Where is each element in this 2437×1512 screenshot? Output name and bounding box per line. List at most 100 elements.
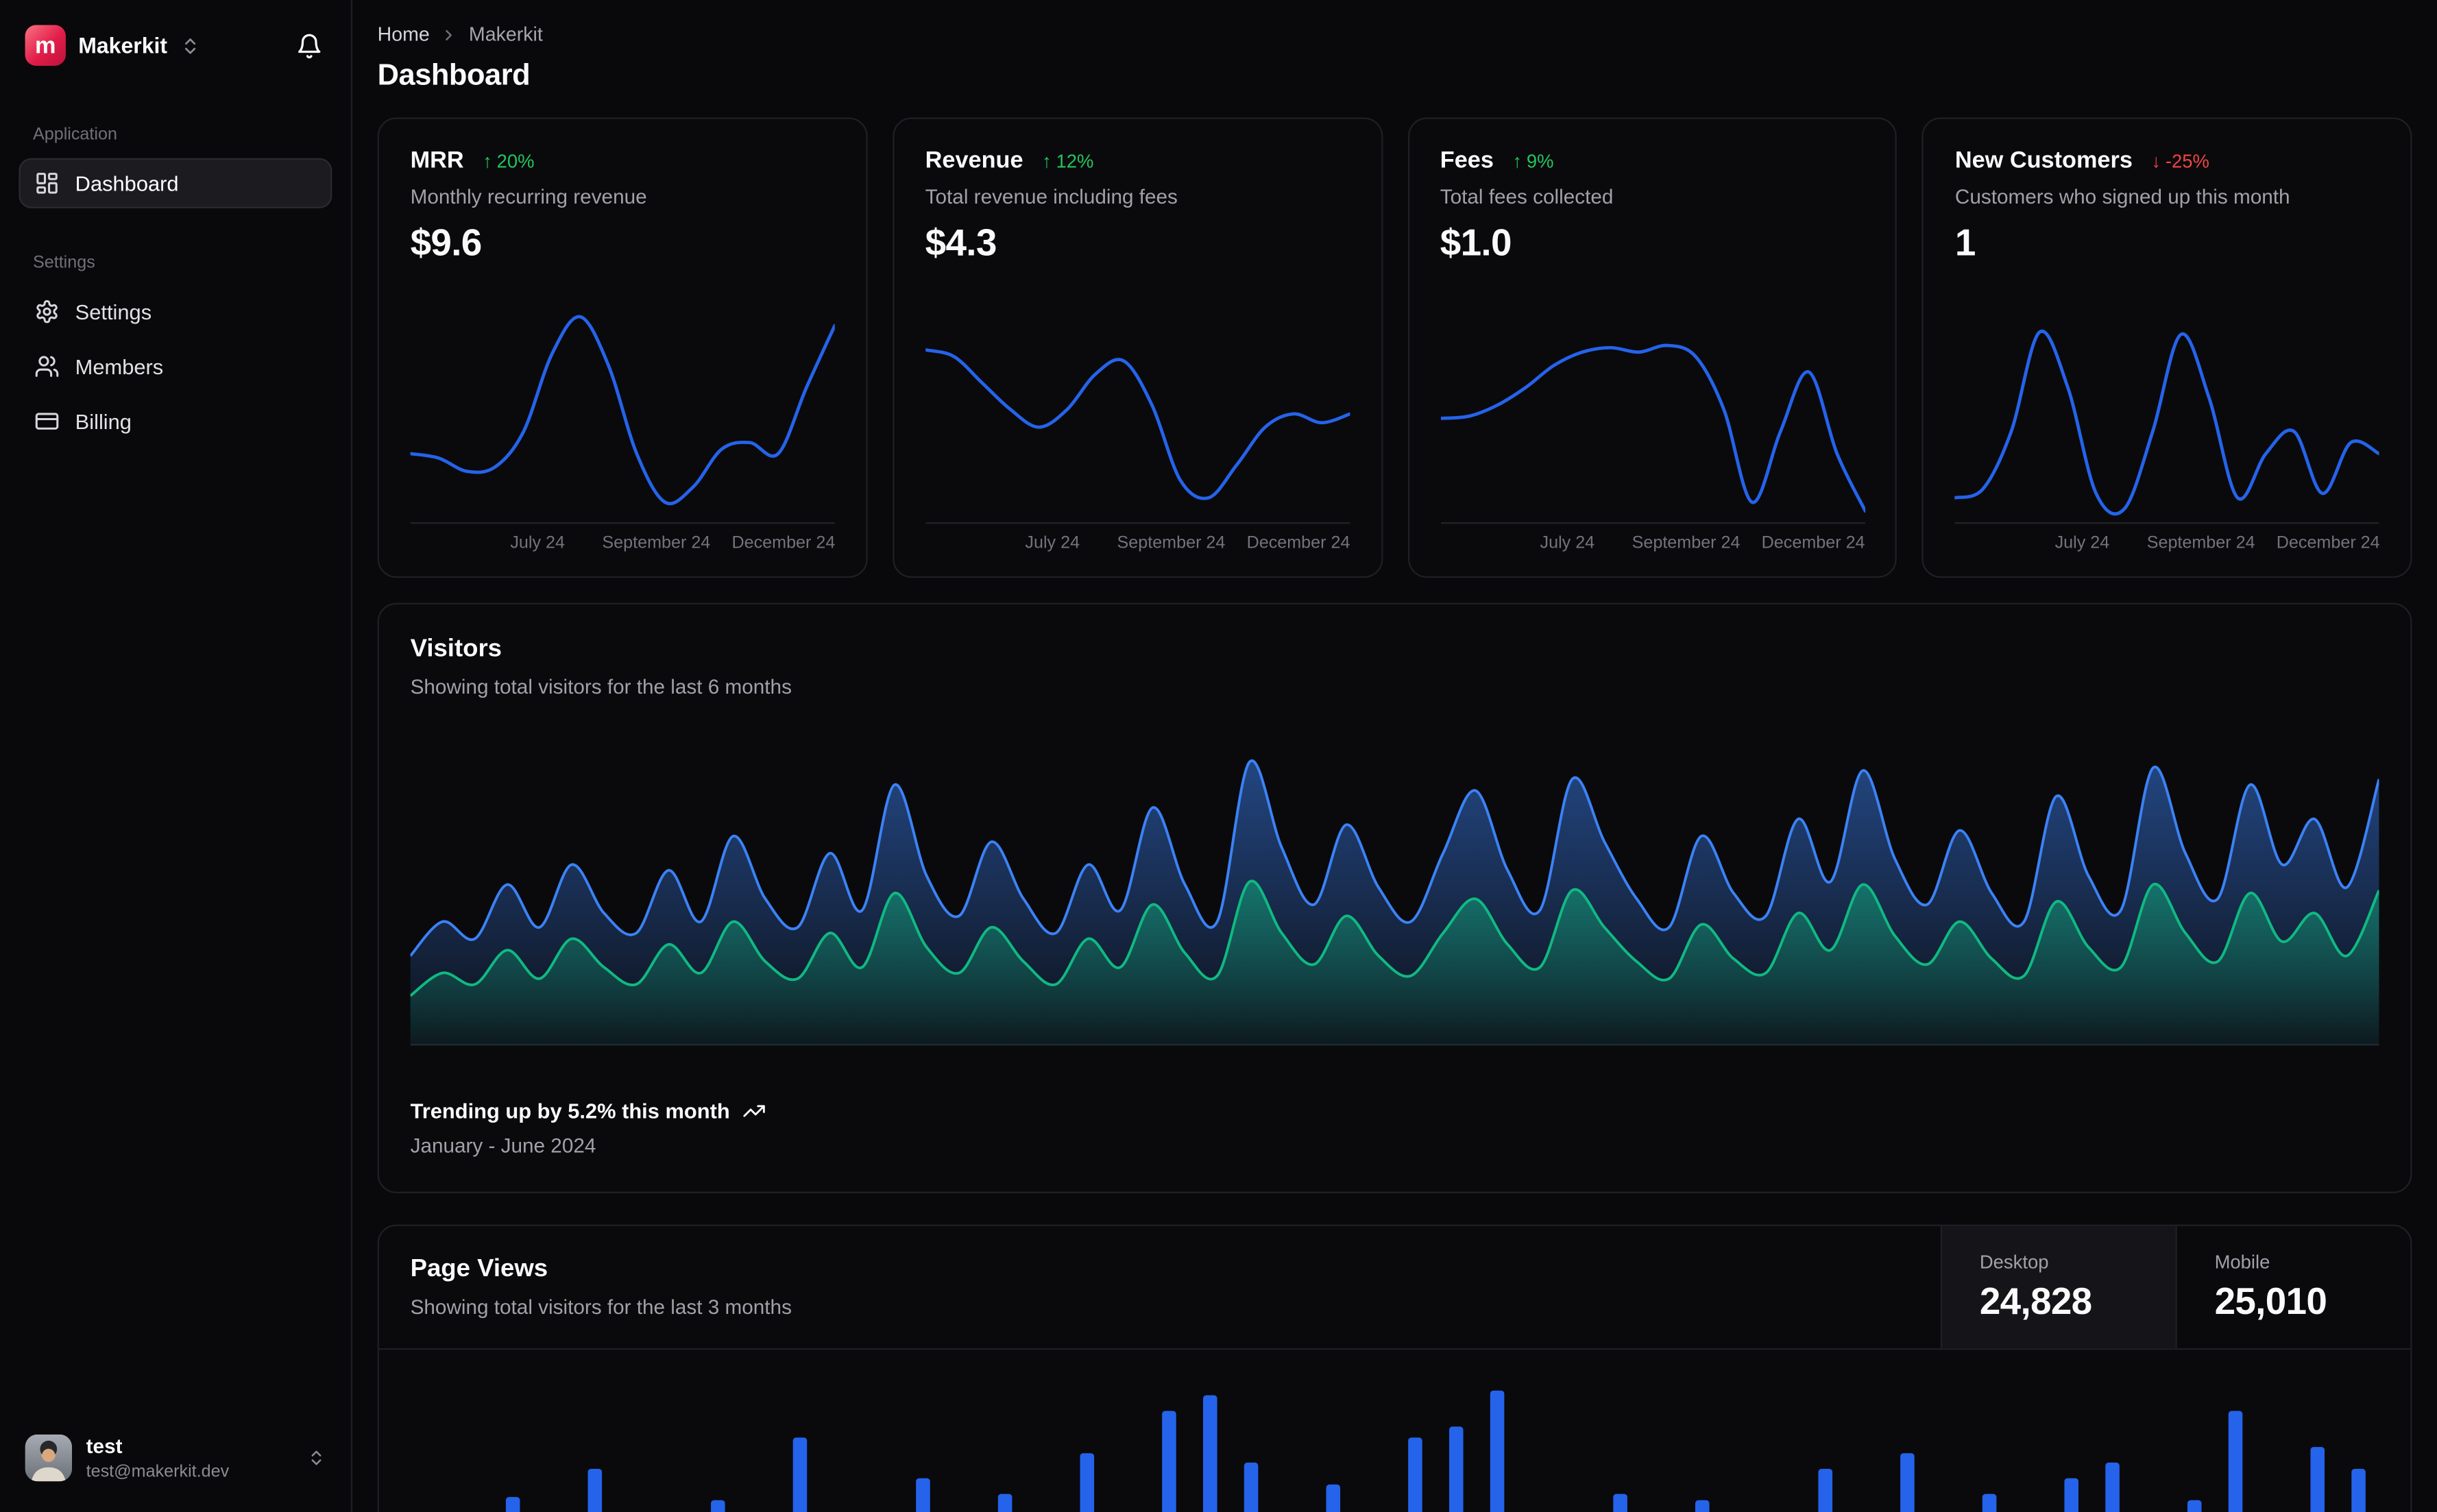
trending-up-icon <box>743 1105 765 1117</box>
axis-tick: July 24 <box>510 534 565 553</box>
sidebar-item-billing[interactable]: Billing <box>19 396 332 446</box>
main-content: Home Makerkit Dashboard MRR ↑ 20% Monthl… <box>352 0 2437 1512</box>
workspace-name: Makerkit <box>78 32 168 58</box>
trend-up-icon: ↑ <box>483 149 492 172</box>
axis-tick: December 24 <box>2276 534 2380 553</box>
stat-card-fees: Fees ↑ 9% Total fees collected $1.0 July… <box>1407 117 1898 578</box>
trend-badge: ↑ 12% <box>1042 149 1093 171</box>
trend-value: 12% <box>1056 149 1094 172</box>
breadcrumb: Home Makerkit <box>378 23 2412 45</box>
stat-card-revenue: Revenue ↑ 12% Total revenue including fe… <box>892 117 1383 578</box>
visitors-footer: Trending up by 5.2% this month January -… <box>410 1099 2379 1158</box>
axis-tick: July 24 <box>1540 534 1595 553</box>
page-views-toggles: Desktop 24,828 Mobile 25,010 <box>1940 1226 2410 1349</box>
axis-tick: September 24 <box>2146 534 2255 553</box>
user-name: test <box>86 1434 123 1458</box>
trend-value: -25% <box>2165 149 2209 172</box>
notifications-button[interactable] <box>285 22 332 69</box>
stat-card-mrr: MRR ↑ 20% Monthly recurring revenue $9.6… <box>377 117 868 578</box>
toggle-mobile[interactable]: Mobile 25,010 <box>2175 1226 2410 1349</box>
sidebar-item-label: Settings <box>75 300 152 324</box>
revenue-chart <box>925 282 1350 524</box>
stat-title: Fees <box>1440 147 1494 174</box>
stat-value: $1.0 <box>1440 222 1512 265</box>
stat-title: New Customers <box>1954 147 2133 174</box>
axis-tick: September 24 <box>1632 534 1741 553</box>
fees-chart-axis: July 24 September 24 December 24 <box>1440 534 1865 557</box>
mrr-chart <box>410 282 835 524</box>
dashboard-icon <box>36 173 58 194</box>
gear-icon <box>36 300 58 324</box>
stat-title: MRR <box>410 147 464 174</box>
page-views-card: Page Views Showing total visitors for th… <box>377 1224 2412 1512</box>
avatar <box>25 1435 73 1483</box>
visitors-date-range: January - June 2024 <box>410 1134 596 1158</box>
revenue-chart-axis: July 24 September 24 December 24 <box>925 534 1350 557</box>
sidebar-header: m Makerkit <box>19 19 332 72</box>
trend-badge: ↓ -25% <box>2151 149 2209 171</box>
sidebar-nav: Application Dashboard Settings Settings … <box>19 125 332 451</box>
breadcrumb-current: Makerkit <box>468 23 543 46</box>
stat-value: 1 <box>1954 222 1976 265</box>
sidebar: m Makerkit Application Dashboard Setting… <box>0 0 353 1512</box>
user-email: test@makerkit.dev <box>86 1462 230 1481</box>
sidebar-item-dashboard[interactable]: Dashboard <box>19 158 332 208</box>
visitors-subtitle: Showing total visitors for the last 6 mo… <box>410 674 792 698</box>
toggle-mobile-value: 25,010 <box>2214 1280 2327 1323</box>
trend-down-icon: ↓ <box>2151 149 2161 172</box>
toggle-mobile-label: Mobile <box>2214 1250 2270 1273</box>
members-icon <box>35 356 59 377</box>
trend-badge: ↑ 9% <box>1512 149 1553 171</box>
toggle-desktop-label: Desktop <box>1979 1250 2049 1273</box>
trend-value: 20% <box>496 149 535 172</box>
page-views-title: Page Views <box>410 1256 548 1283</box>
workspace-selector[interactable]: m Makerkit <box>19 19 284 72</box>
nav-section-application: Application <box>32 125 117 145</box>
stat-subtitle: Total fees collected <box>1440 184 1614 208</box>
fees-chart <box>1440 282 1865 524</box>
stat-subtitle: Total revenue including fees <box>925 184 1178 208</box>
trend-up-icon: ↑ <box>1041 149 1052 172</box>
breadcrumb-home[interactable]: Home <box>378 23 430 45</box>
visitors-card: Visitors Showing total visitors for the … <box>377 602 2412 1193</box>
mrr-chart-axis: July 24 September 24 December 24 <box>411 534 835 557</box>
sidebar-item-label: Billing <box>75 409 132 433</box>
toggle-desktop[interactable]: Desktop 24,828 <box>1940 1226 2176 1349</box>
user-meta: test test@makerkit.dev <box>86 1434 293 1483</box>
bell-icon <box>297 33 320 58</box>
axis-tick: July 24 <box>2054 534 2110 553</box>
axis-tick: July 24 <box>1025 534 1080 553</box>
makerkit-logo: m <box>25 25 66 66</box>
visitors-trend-text: Trending up by 5.2% this month <box>410 1099 730 1123</box>
stat-card-new-customers: New Customers ↓ -25% Customers who signe… <box>1921 117 2412 578</box>
sidebar-item-settings[interactable]: Settings <box>19 286 332 337</box>
trend-badge: ↑ 20% <box>483 149 534 171</box>
axis-tick: September 24 <box>1117 534 1226 553</box>
new-customers-chart-axis: July 24 September 24 December 24 <box>1955 534 2380 557</box>
app-root: m Makerkit Application Dashboard Setting… <box>0 0 2437 1512</box>
page-views-chart <box>411 1371 2379 1512</box>
page-title: Dashboard <box>377 59 531 93</box>
trend-up-icon: ↑ <box>1512 149 1523 172</box>
chevrons-up-down-icon <box>311 1451 322 1466</box>
axis-tick: December 24 <box>1246 534 1350 553</box>
stats-row: MRR ↑ 20% Monthly recurring revenue $9.6… <box>377 117 2412 578</box>
sidebar-item-members[interactable]: Members <box>19 341 332 391</box>
visitors-chart <box>410 739 2379 1047</box>
page-views-subtitle: Showing total visitors for the last 3 mo… <box>410 1295 792 1319</box>
billing-icon <box>35 413 59 430</box>
axis-tick: December 24 <box>1761 534 1865 553</box>
toggle-desktop-value: 24,828 <box>1979 1280 2092 1323</box>
user-menu[interactable]: test test@makerkit.dev <box>19 1426 332 1491</box>
stat-subtitle: Monthly recurring revenue <box>410 184 647 208</box>
page-views-header: Page Views Showing total visitors for th… <box>378 1226 2411 1350</box>
sidebar-item-label: Members <box>75 354 164 378</box>
sidebar-item-label: Dashboard <box>75 171 179 195</box>
chevron-right-icon <box>446 29 452 40</box>
axis-tick: December 24 <box>731 534 836 553</box>
stat-title: Revenue <box>925 147 1023 174</box>
stat-value: $4.3 <box>925 222 997 265</box>
chevrons-up-down-icon <box>184 37 195 53</box>
stat-value: $9.6 <box>410 222 483 265</box>
nav-section-settings: Settings <box>32 254 95 273</box>
